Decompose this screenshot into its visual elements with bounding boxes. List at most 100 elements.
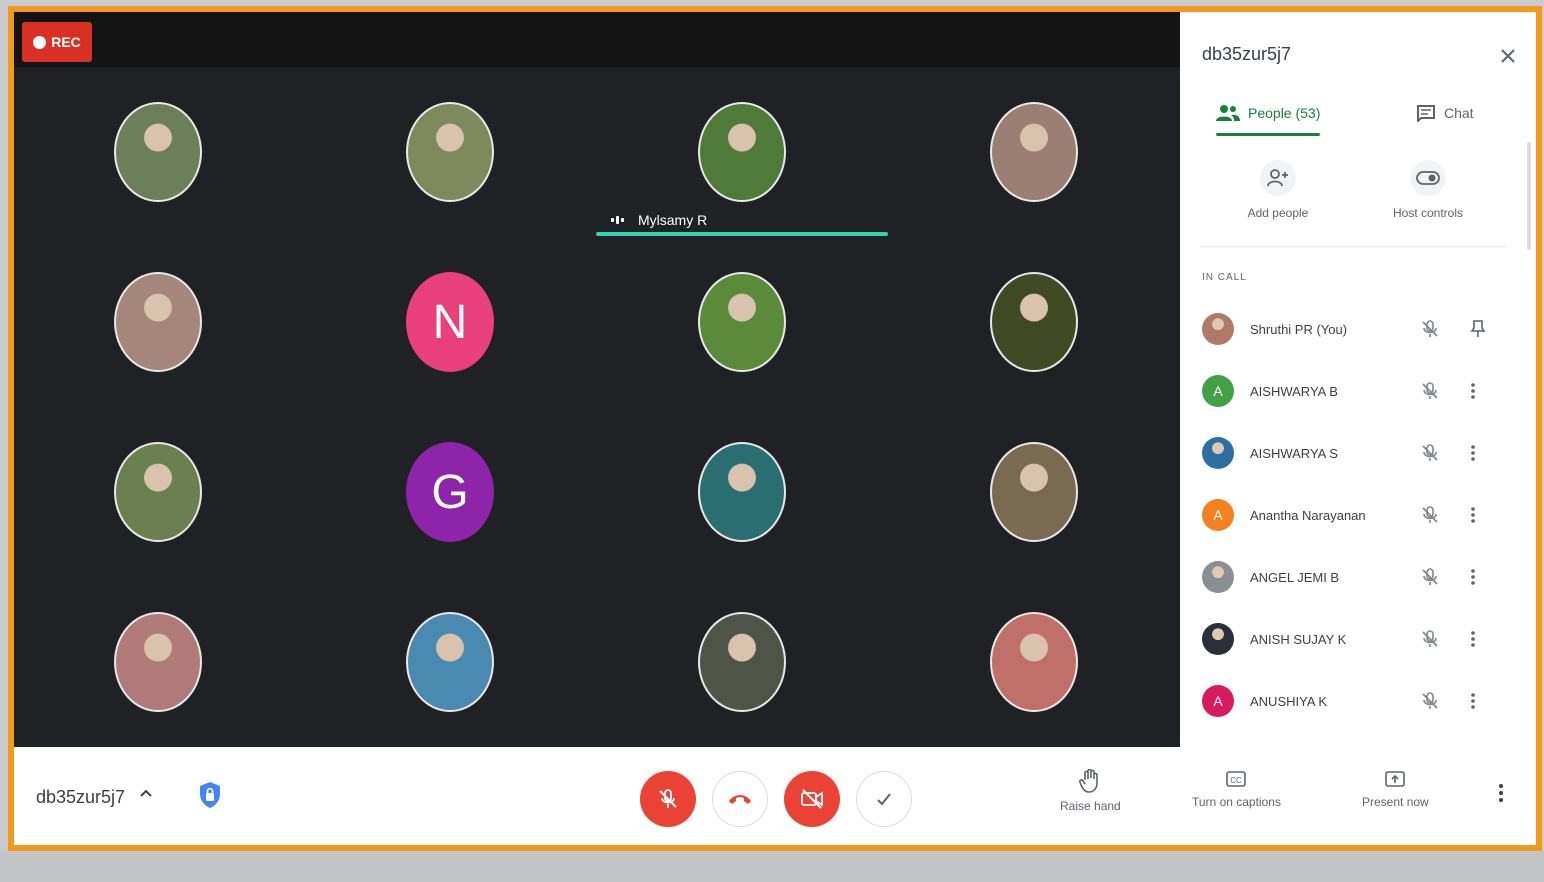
participant-photo[interactable]	[698, 102, 786, 202]
participant-photo[interactable]	[114, 442, 202, 542]
tab-chat-label: Chat	[1444, 105, 1474, 121]
mic-muted-icon	[1420, 505, 1440, 530]
people-panel: db35zur5j7 People (53) Chat Add people H…	[1180, 12, 1536, 747]
participant-avatar	[1202, 313, 1234, 345]
present-screen-icon	[1385, 771, 1406, 787]
active-speaker-label: Mylsamy R	[610, 212, 707, 228]
mic-muted-icon	[1420, 691, 1440, 716]
stage-top-bar: REC	[14, 12, 1180, 67]
add-person-icon	[1267, 169, 1288, 187]
participant-photo[interactable]	[114, 612, 202, 712]
more-vert-icon[interactable]	[1470, 381, 1476, 406]
checkmark-icon	[877, 793, 891, 806]
meeting-details-button[interactable]: db35zur5j7	[36, 787, 125, 808]
hang-up-icon	[729, 795, 751, 804]
mic-muted-icon	[1420, 629, 1440, 654]
participant-name: ANGEL JEMI B	[1250, 569, 1340, 585]
security-shield-icon[interactable]	[198, 781, 222, 814]
hand-icon	[1079, 769, 1099, 793]
in-call-section-label: IN CALL	[1202, 272, 1247, 283]
active-speaker-name: Mylsamy R	[638, 212, 708, 228]
participant-photo[interactable]	[990, 102, 1078, 202]
record-dot-icon	[33, 35, 47, 49]
pin-icon[interactable]	[1470, 319, 1486, 344]
recording-label: REC	[51, 34, 81, 50]
participant-row[interactable]: AISHWARYA S	[1202, 433, 1502, 473]
active-speaker-indicator	[596, 232, 888, 236]
participant-photo[interactable]	[990, 442, 1078, 542]
participant-photo[interactable]	[990, 612, 1078, 712]
more-vert-icon[interactable]	[1470, 691, 1476, 716]
participant-name: Anantha Narayanan	[1250, 507, 1366, 523]
participant-row[interactable]: ANISH SUJAY K	[1202, 619, 1502, 659]
add-people-button[interactable]: Add people	[1218, 160, 1338, 220]
participant-row[interactable]: A AISHWARYA B	[1202, 371, 1502, 411]
mic-toggle-button[interactable]	[640, 771, 696, 827]
tab-people[interactable]: People (53)	[1216, 98, 1320, 128]
raise-hand-button[interactable]: Raise hand	[1060, 769, 1121, 813]
participant-photo[interactable]	[114, 272, 202, 372]
participant-photo[interactable]	[114, 102, 202, 202]
present-now-button[interactable]: Present now	[1362, 769, 1429, 809]
participant-row[interactable]: ANGEL JEMI B	[1202, 557, 1502, 597]
mic-muted-icon	[1420, 443, 1440, 468]
leave-call-button[interactable]	[712, 771, 768, 827]
tab-chat[interactable]: Chat	[1416, 98, 1474, 128]
participant-avatar-n[interactable]: N	[406, 272, 494, 372]
participant-photo[interactable]	[698, 272, 786, 372]
audio-level-icon	[611, 216, 624, 224]
participant-photo[interactable]	[406, 612, 494, 712]
mic-off-icon	[659, 789, 677, 808]
chat-icon	[1417, 105, 1435, 122]
participant-name: ANUSHIYA K	[1250, 693, 1328, 709]
more-vert-icon[interactable]	[1470, 629, 1476, 654]
add-people-label: Add people	[1247, 206, 1309, 220]
mic-muted-icon	[1420, 319, 1440, 344]
captions-button[interactable]: CC Turn on captions	[1192, 769, 1281, 809]
toggle-icon	[1416, 171, 1440, 185]
svg-text:CC: CC	[1231, 776, 1243, 785]
participant-avatar	[1202, 437, 1234, 469]
participant-name: ANISH SUJAY K	[1250, 631, 1347, 647]
participant-row[interactable]: A ANUSHIYA K	[1202, 681, 1502, 721]
confirm-button[interactable]	[856, 771, 912, 827]
host-controls-button[interactable]: Host controls	[1368, 160, 1488, 220]
participant-avatar-g[interactable]: G	[406, 442, 494, 542]
host-controls-icon-wrap	[1410, 160, 1446, 196]
participant-name: Shruthi PR (You)	[1250, 321, 1348, 337]
participant-row[interactable]: Shruthi PR (You)	[1202, 309, 1502, 349]
participant-name: AISHWARYA S	[1250, 445, 1338, 461]
camera-off-icon	[801, 789, 823, 809]
participant-photo[interactable]	[698, 612, 786, 712]
closed-captions-icon: CC	[1226, 771, 1247, 787]
participant-avatar: A	[1202, 685, 1234, 717]
more-vert-icon[interactable]	[1470, 567, 1476, 592]
more-vert-icon[interactable]	[1470, 443, 1476, 468]
raise-hand-label: Raise hand	[1060, 799, 1121, 813]
participant-photo[interactable]	[990, 272, 1078, 372]
active-tab-indicator	[1216, 133, 1320, 136]
camera-toggle-button[interactable]	[784, 771, 840, 827]
participant-row[interactable]: A Anantha Narayanan	[1202, 495, 1502, 535]
more-options-icon[interactable]	[1498, 783, 1504, 808]
participant-photo[interactable]	[406, 102, 494, 202]
close-icon	[1501, 49, 1515, 63]
add-people-icon-wrap	[1260, 160, 1296, 196]
background-below-frame	[0, 851, 1544, 882]
screenshot-frame: REC NG Mylsamy R db35zur5j7 People (53) …	[8, 6, 1542, 851]
participant-avatar: A	[1202, 499, 1234, 531]
participant-avatar: A	[1202, 375, 1234, 407]
mic-muted-icon	[1420, 567, 1440, 592]
more-vert-icon[interactable]	[1470, 505, 1476, 530]
recording-badge: REC	[22, 22, 92, 62]
participant-photo[interactable]	[698, 442, 786, 542]
panel-scrollbar[interactable]	[1527, 142, 1531, 250]
chevron-up-icon[interactable]	[138, 785, 154, 806]
captions-label: Turn on captions	[1192, 795, 1281, 809]
video-stage: REC NG Mylsamy R	[14, 12, 1180, 747]
panel-meeting-code: db35zur5j7	[1202, 44, 1292, 64]
mic-muted-icon	[1420, 381, 1440, 406]
people-icon	[1216, 105, 1240, 121]
close-panel-button[interactable]	[1490, 38, 1526, 74]
host-controls-label: Host controls	[1392, 206, 1464, 220]
